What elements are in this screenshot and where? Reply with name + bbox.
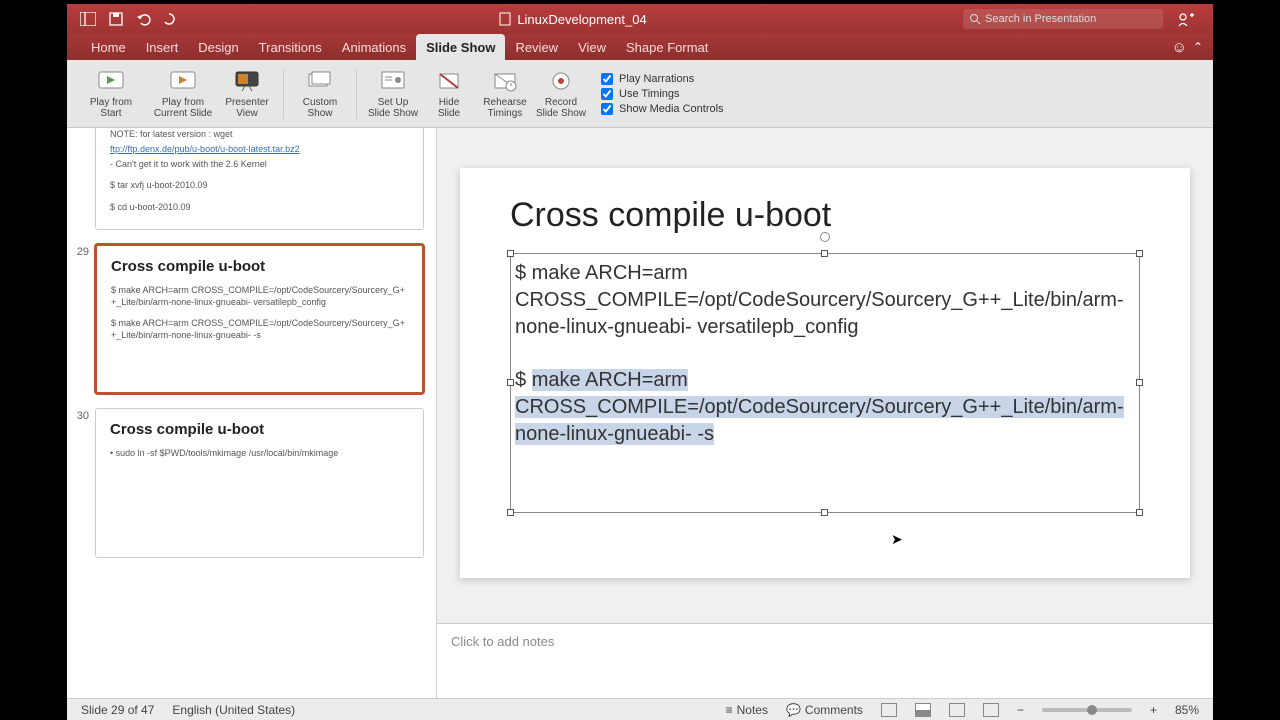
resize-handle[interactable]	[1136, 509, 1143, 516]
slide-counter: Slide 29 of 47	[81, 703, 154, 717]
resize-handle[interactable]	[507, 509, 514, 516]
resize-handle[interactable]	[821, 250, 828, 257]
document-title: LinuxDevelopment_04	[183, 12, 963, 27]
thumb-text: - Can't get it to work with the 2.6 Kern…	[110, 159, 409, 171]
zoom-level[interactable]: 85%	[1175, 703, 1199, 717]
comments-toggle[interactable]: 💬 Comments	[786, 703, 863, 717]
thumb-text: $ make ARCH=arm CROSS_COMPILE=/opt/CodeS…	[111, 285, 408, 308]
rotate-handle[interactable]	[820, 232, 830, 242]
content-textbox[interactable]: $ make ARCH=arm CROSS_COMPILE=/opt/CodeS…	[510, 253, 1140, 513]
reading-view-icon[interactable]	[949, 703, 965, 717]
play-narrations-checkbox[interactable]: Play Narrations	[601, 73, 724, 85]
titlebar: LinuxDevelopment_04 Search in Presentati…	[67, 4, 1213, 34]
menu-animations[interactable]: Animations	[332, 34, 416, 60]
separator	[356, 69, 357, 119]
resize-handle[interactable]	[1136, 379, 1143, 386]
zoom-out-button[interactable]: −	[1017, 703, 1024, 717]
menu-bar: HomeInsertDesignTransitionsAnimationsSli…	[67, 34, 1213, 60]
slide-number: 29	[73, 244, 95, 394]
feedback-icon[interactable]: ☺	[1172, 39, 1187, 56]
slide-card[interactable]: Cross compile u-boot $ make ARCH=arm CROS…	[95, 244, 424, 394]
search-input[interactable]: Search in Presentation	[963, 9, 1163, 29]
undo-icon[interactable]	[133, 8, 155, 30]
play-from-current-button[interactable]: Play from Current Slide	[147, 64, 219, 124]
resize-handle[interactable]	[821, 509, 828, 516]
slide-thumbnail-panel[interactable]: 28Download U-Boot$ wget ftp://ftp.denx.d…	[67, 128, 437, 698]
main-body: 28Download U-Boot$ wget ftp://ftp.denx.d…	[67, 128, 1213, 698]
search-icon	[969, 13, 981, 25]
thumb-text: ftp://ftp.denx.de/pub/u-boot/u-boot-late…	[110, 144, 409, 156]
save-icon[interactable]	[105, 8, 127, 30]
slide-title[interactable]: Cross compile u-boot	[510, 196, 1140, 235]
thumb-text: $ tar xvfj u-boot-2010.09	[110, 180, 409, 192]
resize-handle[interactable]	[507, 379, 514, 386]
collapse-ribbon-icon[interactable]: ⌃	[1193, 40, 1203, 54]
notes-pane[interactable]: Click to add notes	[437, 623, 1213, 698]
language-indicator[interactable]: English (United States)	[172, 703, 295, 717]
slide-number: 30	[73, 408, 95, 558]
slide-card[interactable]: Download U-Boot$ wget ftp://ftp.denx.de/…	[95, 128, 424, 230]
menu-view[interactable]: View	[568, 34, 616, 60]
play-from-start-button[interactable]: Play from Start	[75, 64, 147, 124]
slide-thumbnail[interactable]: 28Download U-Boot$ wget ftp://ftp.denx.d…	[73, 128, 424, 230]
use-timings-checkbox[interactable]: Use Timings	[601, 88, 724, 100]
thumb-text: NOTE: for latest version : wget	[110, 129, 409, 141]
zoom-slider[interactable]	[1042, 708, 1132, 712]
resize-handle[interactable]	[507, 250, 514, 257]
menu-insert[interactable]: Insert	[136, 34, 189, 60]
thumb-title: Cross compile u-boot	[110, 421, 409, 438]
thumb-text: $ make ARCH=arm CROSS_COMPILE=/opt/CodeS…	[111, 318, 408, 341]
slideshow-view-icon[interactable]	[983, 703, 999, 717]
sidebar-toggle-icon[interactable]	[77, 8, 99, 30]
thumb-title: Cross compile u-boot	[111, 258, 408, 275]
slide-thumbnail[interactable]: 30 Cross compile u-boot • sudo ln -sf $PWD…	[73, 408, 424, 558]
resize-handle[interactable]	[1136, 250, 1143, 257]
paragraph-1[interactable]: $ make ARCH=arm CROSS_COMPILE=/opt/CodeS…	[515, 260, 1135, 341]
status-bar: Slide 29 of 47 English (United States) ≡…	[67, 698, 1213, 720]
thumb-text: $ cd u-boot-2010.09	[110, 202, 409, 214]
separator	[283, 69, 284, 119]
ribbon-checkboxes: Play Narrations Use Timings Show Media C…	[601, 73, 724, 115]
redo-icon[interactable]	[161, 8, 177, 30]
presenter-view-button[interactable]: Presenter View	[219, 64, 275, 124]
thumb-text: • sudo ln -sf $PWD/tools/mkimage /usr/lo…	[110, 448, 409, 460]
sorter-view-icon[interactable]	[915, 703, 931, 717]
slide-thumbnail[interactable]: 29 Cross compile u-boot $ make ARCH=arm CR…	[73, 244, 424, 394]
slide-editor: Cross compile u-boot $ make ARCH=arm CRO…	[437, 128, 1213, 698]
ribbon: Play from Start Play from Current Slide …	[67, 60, 1213, 128]
mouse-cursor-icon: ➤	[891, 531, 903, 548]
hide-slide-button[interactable]: Hide Slide	[421, 64, 477, 124]
normal-view-icon[interactable]	[881, 703, 897, 717]
document-icon	[499, 12, 511, 26]
notes-toggle[interactable]: ≡ Notes	[726, 703, 768, 717]
share-icon[interactable]	[1175, 8, 1197, 30]
show-media-controls-checkbox[interactable]: Show Media Controls	[601, 103, 724, 115]
menu-home[interactable]: Home	[81, 34, 136, 60]
menu-review[interactable]: Review	[505, 34, 568, 60]
app-window: LinuxDevelopment_04 Search in Presentati…	[67, 4, 1213, 720]
selected-text[interactable]: make ARCH=arm CROSS_COMPILE=/opt/CodeSou…	[515, 369, 1124, 445]
rehearse-timings-button[interactable]: Rehearse Timings	[477, 64, 533, 124]
setup-slideshow-button[interactable]: Set Up Slide Show	[365, 64, 421, 124]
zoom-in-button[interactable]: +	[1150, 703, 1157, 717]
record-slideshow-button[interactable]: Record Slide Show	[533, 64, 589, 124]
canvas-area[interactable]: Cross compile u-boot $ make ARCH=arm CRO…	[437, 128, 1213, 623]
menu-transitions[interactable]: Transitions	[249, 34, 332, 60]
menu-design[interactable]: Design	[188, 34, 248, 60]
menu-slide-show[interactable]: Slide Show	[416, 34, 505, 60]
slide-card[interactable]: Cross compile u-boot • sudo ln -sf $PWD/t…	[95, 408, 424, 558]
slide-number: 28	[73, 128, 95, 230]
menu-shape-format[interactable]: Shape Format	[616, 34, 718, 60]
custom-show-button[interactable]: Custom Show	[292, 64, 348, 124]
paragraph-2[interactable]: $ make ARCH=arm CROSS_COMPILE=/opt/CodeS…	[515, 367, 1135, 448]
slide-canvas[interactable]: Cross compile u-boot $ make ARCH=arm CRO…	[460, 168, 1190, 578]
